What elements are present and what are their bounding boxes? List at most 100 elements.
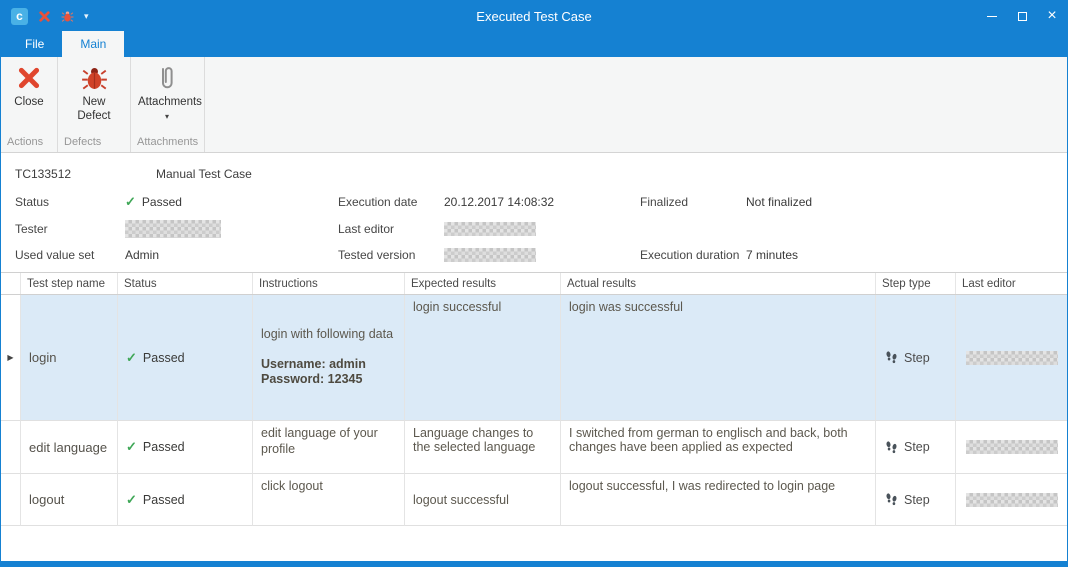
cell-step-name[interactable]: logout	[21, 474, 118, 526]
table-row-login[interactable]: ▶ login ✓Passed login with following dat…	[1, 295, 1067, 421]
ribbon-group-attachments: Attachments ▾ Attachments	[131, 57, 205, 152]
header-status[interactable]: Status	[118, 273, 253, 294]
header-test-step-name[interactable]: Test step name	[21, 273, 118, 294]
row-indicator	[1, 421, 21, 474]
header-actual-results[interactable]: Actual results	[561, 273, 876, 294]
check-icon: ✓	[126, 492, 137, 508]
header-last-editor[interactable]: Last editor	[956, 273, 1067, 294]
cell-last-editor[interactable]	[956, 474, 1067, 526]
footprints-icon	[884, 492, 899, 507]
cell-instructions[interactable]: edit language of your profile	[253, 421, 405, 474]
maximize-icon	[1018, 12, 1027, 21]
window-title: Executed Test Case	[1, 9, 1067, 24]
test-case-id: TC133512	[15, 167, 156, 181]
status-label: Status	[15, 195, 125, 209]
ribbon-group-actions: Close Actions	[1, 57, 58, 152]
ribbon-group-caption-defects: Defects	[58, 134, 130, 152]
tester-label: Tester	[15, 222, 125, 236]
qat-close-icon[interactable]	[38, 10, 51, 23]
last-editor-value	[444, 222, 640, 236]
header-step-type[interactable]: Step type	[876, 273, 956, 294]
header-instructions[interactable]: Instructions	[253, 273, 405, 294]
window-bottom-border	[1, 561, 1067, 566]
quick-access-toolbar: c ▾	[1, 8, 89, 25]
status-value: ✓ Passed	[125, 194, 338, 210]
cell-step-name[interactable]: edit language	[21, 421, 118, 474]
ribbon-group-caption-attachments: Attachments	[131, 134, 204, 152]
ribbon-tabs: File Main	[1, 31, 1067, 57]
minimize-icon	[987, 16, 997, 17]
test-case-type: Manual Test Case	[156, 167, 252, 181]
cell-instructions[interactable]: click logout	[253, 474, 405, 526]
cell-expected-results[interactable]: login successful	[405, 295, 561, 421]
redacted-editor	[966, 493, 1058, 507]
cell-expected-results[interactable]: Language changes to the selected languag…	[405, 421, 561, 474]
minimize-button[interactable]	[977, 1, 1007, 31]
new-defect-button-label: New Defect	[65, 96, 123, 124]
tester-value	[125, 220, 338, 238]
cell-step-type[interactable]: Step	[876, 295, 956, 421]
attachments-button-label: Attachments	[138, 96, 196, 110]
redacted-editor	[966, 351, 1058, 365]
redacted-tester	[125, 220, 221, 238]
footprints-icon	[884, 440, 899, 455]
cell-step-name[interactable]: login	[21, 295, 118, 421]
ribbon-group-caption-actions: Actions	[1, 134, 57, 152]
row-indicator: ▶	[1, 295, 21, 421]
cell-status[interactable]: ✓Passed	[118, 474, 253, 526]
cell-status[interactable]: ✓Passed	[118, 421, 253, 474]
used-value-set-value: Admin	[125, 248, 338, 262]
execution-duration-value: 7 minutes	[746, 248, 1067, 262]
execution-date-label: Execution date	[338, 195, 444, 209]
title-bar: c ▾ Executed Test Case ×	[1, 1, 1067, 31]
ribbon-group-defects: New Defect Defects	[58, 57, 131, 152]
cell-step-type[interactable]: Step	[876, 474, 956, 526]
cell-actual-results[interactable]: I switched from german to englisch and b…	[561, 421, 876, 474]
redacted-tested-version	[444, 248, 536, 262]
maximize-button[interactable]	[1007, 1, 1037, 31]
redacted-editor	[966, 440, 1058, 454]
app-logo-icon[interactable]: c	[11, 8, 28, 25]
qat-bug-icon[interactable]	[61, 10, 74, 23]
close-test-case-button[interactable]: Close	[4, 60, 54, 134]
check-icon: ✓	[126, 439, 137, 455]
cell-last-editor[interactable]	[956, 295, 1067, 421]
qat-dropdown-icon[interactable]: ▾	[84, 11, 89, 22]
tested-version-label: Tested version	[338, 248, 444, 262]
new-defect-button[interactable]: New Defect	[61, 60, 127, 134]
execution-date-value: 20.12.2017 14:08:32	[444, 195, 640, 209]
check-icon: ✓	[125, 194, 136, 210]
cell-expected-results[interactable]: logout successful	[405, 474, 561, 526]
test-case-details: TC133512 Manual Test Case Status ✓ Passe…	[1, 153, 1067, 272]
paperclip-icon	[156, 62, 178, 94]
row-arrow-icon: ▶	[7, 353, 13, 362]
bug-icon	[81, 62, 108, 94]
cell-step-type[interactable]: Step	[876, 421, 956, 474]
close-window-button[interactable]: ×	[1037, 1, 1067, 31]
table-row-logout[interactable]: logout ✓Passed click logout logout succe…	[1, 474, 1067, 526]
cell-actual-results[interactable]: login was successful	[561, 295, 876, 421]
row-indicator	[1, 474, 21, 526]
header-expected-results[interactable]: Expected results	[405, 273, 561, 294]
attachments-button[interactable]: Attachments ▾	[134, 60, 200, 134]
test-steps-table: Test step name Status Instructions Expec…	[1, 272, 1067, 561]
app-logo-letter: c	[16, 9, 23, 23]
ribbon: Close Actions New Defect	[1, 57, 1067, 153]
table-row-edit-language[interactable]: edit language ✓Passed edit language of y…	[1, 421, 1067, 474]
tested-version-value	[444, 248, 640, 262]
execution-duration-label: Execution duration	[640, 248, 746, 262]
close-button-label: Close	[14, 96, 43, 110]
cell-last-editor[interactable]	[956, 421, 1067, 474]
close-x-icon	[16, 62, 42, 94]
tab-file[interactable]: File	[7, 31, 62, 57]
redacted-last-editor	[444, 222, 536, 236]
cell-actual-results[interactable]: logout successful, I was redirected to l…	[561, 474, 876, 526]
executed-test-case-window: c ▾ Executed Test Case × File Main	[0, 0, 1068, 567]
table-header-row: Test step name Status Instructions Expec…	[1, 272, 1067, 295]
cell-instructions[interactable]: login with following data Username: admi…	[253, 295, 405, 421]
footprints-icon	[884, 350, 899, 365]
used-value-set-label: Used value set	[15, 248, 125, 262]
finalized-label: Finalized	[640, 195, 746, 209]
tab-main[interactable]: Main	[62, 31, 124, 57]
cell-status[interactable]: ✓Passed	[118, 295, 253, 421]
